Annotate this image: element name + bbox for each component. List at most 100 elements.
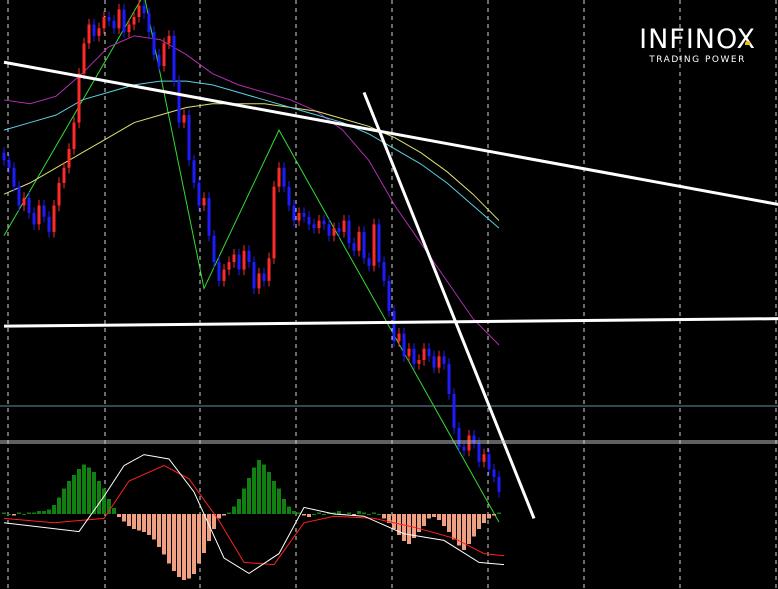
histogram-bar xyxy=(237,499,241,514)
histogram-bar xyxy=(282,499,286,514)
candle-body xyxy=(452,394,456,428)
histogram-bar xyxy=(222,514,226,516)
histogram-bar xyxy=(452,514,456,540)
histogram-bar xyxy=(182,514,186,580)
histogram-bar xyxy=(392,514,396,529)
candle-body xyxy=(212,235,216,263)
candle-body xyxy=(352,243,356,251)
histogram-bar xyxy=(42,511,46,514)
histogram-bar xyxy=(202,514,206,553)
candle-body xyxy=(107,17,111,21)
histogram-bar xyxy=(437,514,441,520)
candle-body xyxy=(137,5,141,17)
candle-body xyxy=(497,476,501,493)
candle-body xyxy=(52,205,56,232)
histogram-bar xyxy=(277,488,281,514)
histogram-bar xyxy=(187,514,191,579)
histogram-bar xyxy=(167,514,171,564)
histogram-bar xyxy=(247,478,251,514)
candle-body xyxy=(197,182,201,206)
histogram-bar xyxy=(412,514,416,538)
macd-histogram xyxy=(2,460,501,580)
candle-body xyxy=(222,269,226,281)
candle-body xyxy=(257,273,261,289)
candle-body xyxy=(187,115,191,161)
candle-body xyxy=(272,186,276,259)
histogram-bar xyxy=(82,464,86,514)
histogram-bar xyxy=(147,514,151,535)
candle-body xyxy=(12,167,16,187)
histogram-bar xyxy=(492,514,496,516)
candle-body xyxy=(152,32,156,55)
candle-body xyxy=(72,122,76,149)
histogram-bar xyxy=(192,514,196,574)
candle-body xyxy=(427,348,431,357)
histogram-bar xyxy=(87,467,91,514)
histogram-bar xyxy=(487,514,491,519)
histogram-bar xyxy=(497,512,501,514)
histogram-bar xyxy=(157,514,161,547)
candle-body xyxy=(132,17,136,25)
histogram-bar xyxy=(7,514,11,515)
candle-body xyxy=(447,363,451,394)
histogram-bar xyxy=(32,512,36,514)
histogram-bar xyxy=(257,460,261,514)
histogram-bar xyxy=(17,512,21,514)
logo-accent-icon xyxy=(745,41,751,45)
histogram-bar xyxy=(477,514,481,529)
histogram-bar xyxy=(347,512,351,514)
candle-body xyxy=(192,160,196,183)
histogram-bar xyxy=(472,514,476,537)
candle-body xyxy=(207,197,211,236)
histogram-bar xyxy=(232,506,236,514)
candle-body xyxy=(2,152,6,161)
histogram-bar xyxy=(52,505,56,514)
histogram-bar xyxy=(132,514,136,529)
candle-body xyxy=(142,5,146,14)
candle-body xyxy=(312,224,316,229)
candle-body xyxy=(42,205,46,217)
histogram-bar xyxy=(262,464,266,514)
candle-body xyxy=(357,231,361,251)
candle-body xyxy=(382,262,386,281)
candle-body xyxy=(332,228,336,236)
histogram-bar xyxy=(2,512,6,514)
histogram-bar xyxy=(302,514,306,516)
candle-body xyxy=(27,197,31,214)
candle-body xyxy=(47,216,51,232)
histogram-bar xyxy=(177,514,181,577)
histogram-bar xyxy=(372,512,376,514)
candle-body xyxy=(422,348,426,361)
histogram-bar xyxy=(382,514,386,519)
candle-body xyxy=(57,182,61,206)
candle-body xyxy=(432,356,436,368)
histogram-bar xyxy=(317,512,321,514)
histogram-bar xyxy=(67,481,71,514)
histogram-bar xyxy=(432,514,436,517)
candle-body xyxy=(17,186,21,206)
candle-body xyxy=(287,186,291,206)
histogram-bar xyxy=(312,514,316,515)
candle-body xyxy=(482,454,486,462)
histogram-bar xyxy=(267,472,271,514)
histogram-bar xyxy=(337,511,341,514)
histogram-bar xyxy=(12,514,16,516)
histogram-bar xyxy=(172,514,176,571)
trendline xyxy=(3,60,778,206)
price-chart[interactable] xyxy=(0,0,778,589)
histogram-bar xyxy=(162,514,166,555)
candle-body xyxy=(87,24,91,44)
candle-body xyxy=(387,280,391,312)
candle-body xyxy=(262,273,266,281)
candle-body xyxy=(492,469,496,477)
candle-body xyxy=(202,197,206,206)
histogram-bar xyxy=(447,514,451,532)
candle-body xyxy=(487,454,491,470)
candle-body xyxy=(297,213,301,221)
candle-body xyxy=(167,35,171,44)
candle-body xyxy=(62,167,66,183)
histogram-bar xyxy=(142,514,146,532)
candle-body xyxy=(372,224,376,266)
candle-body xyxy=(177,81,181,123)
candle-body xyxy=(462,446,466,451)
